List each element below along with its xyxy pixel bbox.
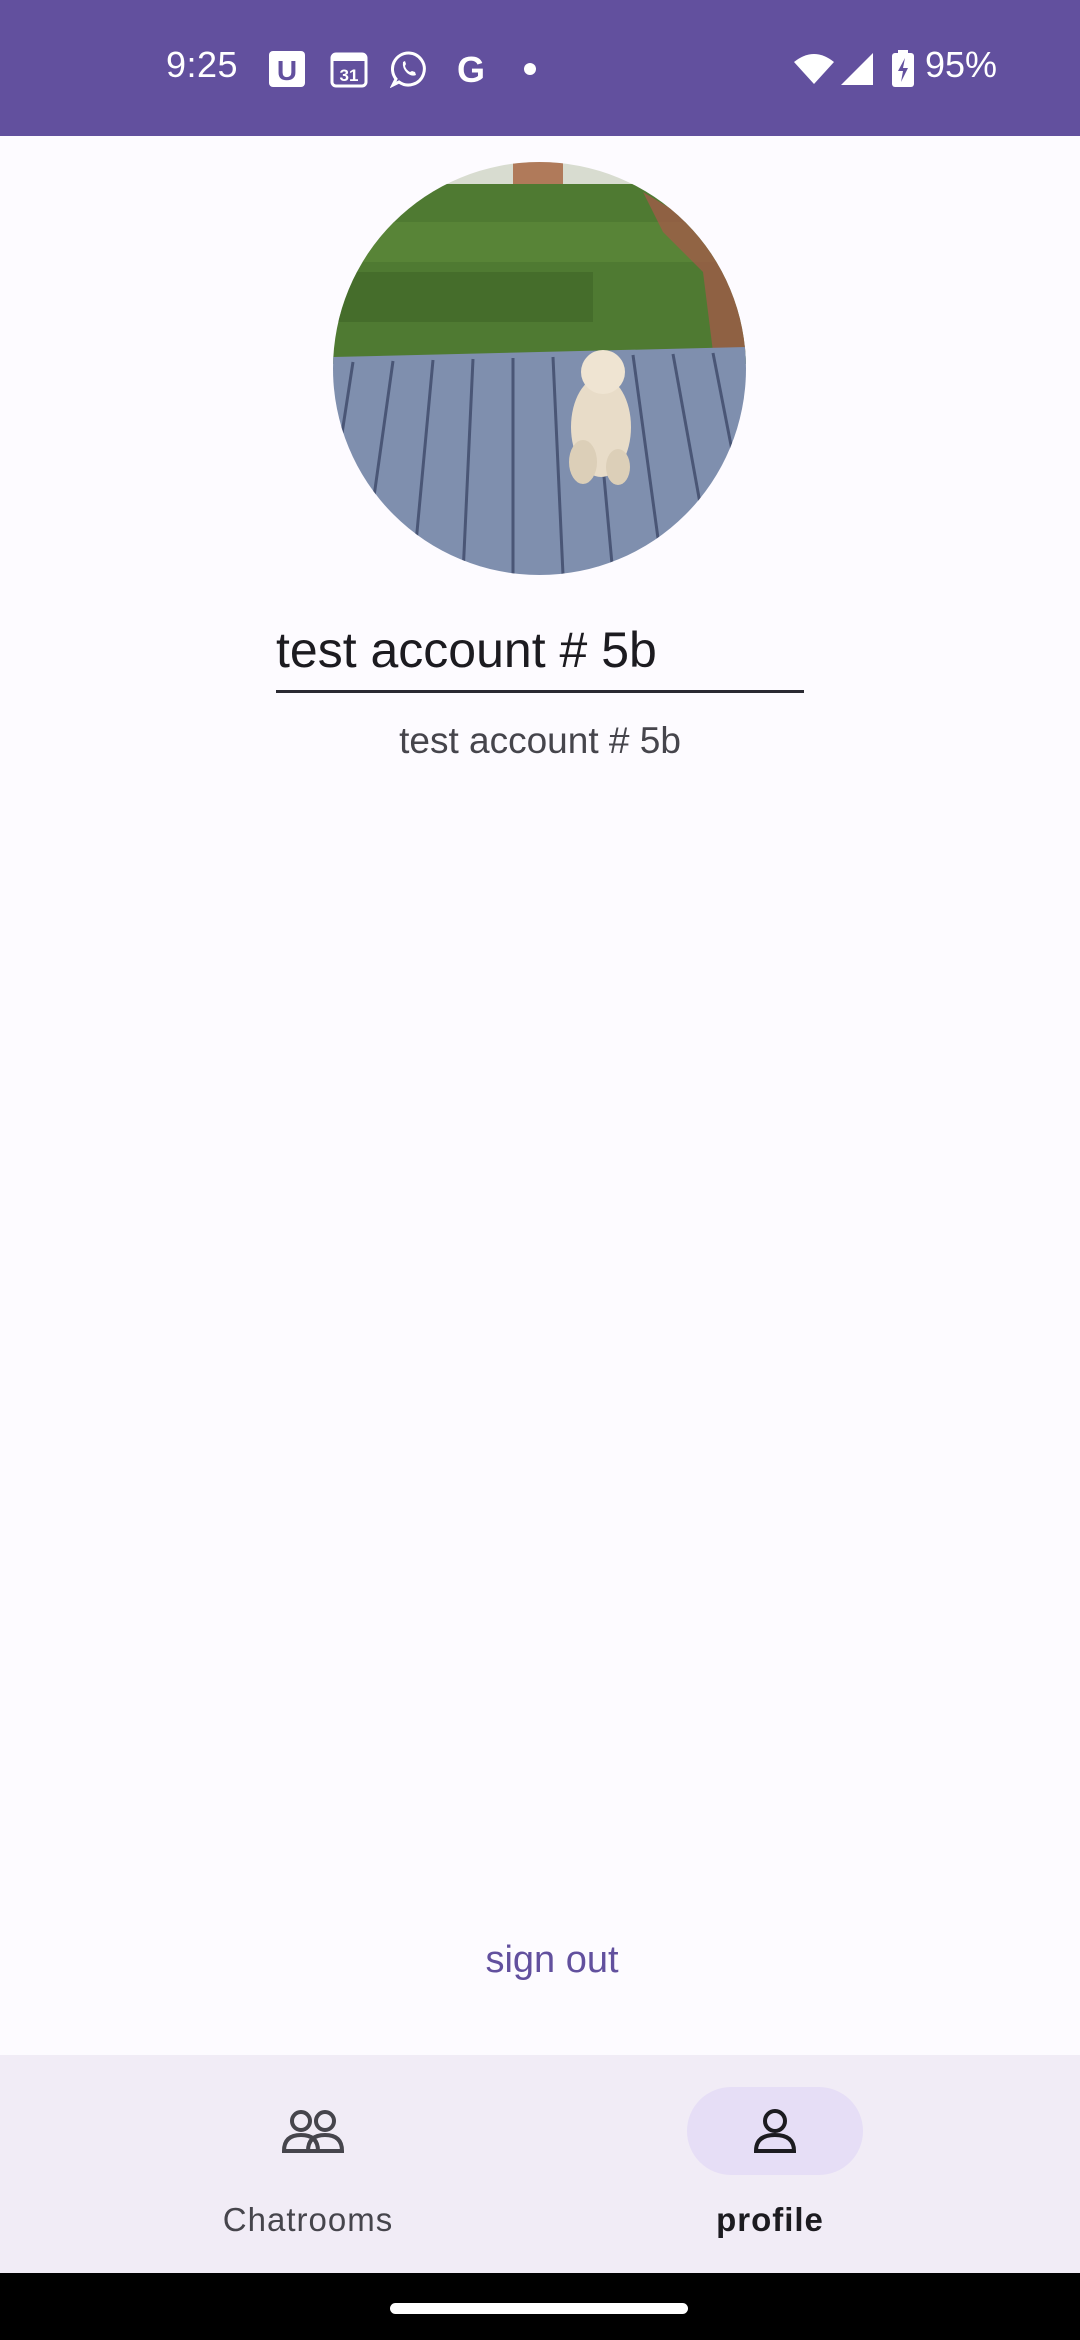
- whatsapp-icon: [390, 51, 426, 88]
- name-field[interactable]: [276, 605, 804, 693]
- nav-label-profile: profile: [716, 2201, 824, 2238]
- profile-screen: 9:25 U 31 G 95% test account # 5b test a…: [0, 0, 1080, 2340]
- name-input[interactable]: [276, 615, 804, 685]
- dot-icon: [524, 63, 536, 75]
- home-handle[interactable]: [390, 2303, 688, 2314]
- nav-label-chatrooms: Chatrooms: [222, 2201, 394, 2238]
- person-icon: [753, 2109, 797, 2153]
- calendar-31-icon: 31: [330, 52, 368, 88]
- cell-signal-icon: [841, 53, 873, 85]
- u-app-icon: U: [269, 51, 305, 87]
- nav-item-profile[interactable]: profile: [590, 2055, 950, 2273]
- sign-out-button[interactable]: sign out: [440, 1930, 664, 1990]
- svg-text:G: G: [457, 50, 485, 88]
- nav-active-indicator: [687, 2087, 863, 2175]
- display-name: test account # 5b: [399, 720, 681, 761]
- dog-on-deck-photo: [333, 162, 746, 575]
- svg-text:31: 31: [340, 66, 359, 85]
- battery-percent: 95%: [925, 44, 998, 85]
- gesture-bar: [0, 2273, 1080, 2340]
- svg-text:U: U: [277, 55, 297, 86]
- grammarly-icon: G: [457, 50, 485, 88]
- people-icon: [281, 2110, 345, 2153]
- status-bar: 9:25 U 31 G 95%: [0, 0, 1080, 136]
- nav-icon-container: [225, 2087, 401, 2175]
- wifi-icon: [794, 54, 834, 84]
- nav-item-chatrooms[interactable]: Chatrooms: [128, 2055, 488, 2273]
- profile-avatar[interactable]: [333, 162, 746, 575]
- status-time: 9:25: [166, 44, 239, 85]
- bottom-navigation: Chatrooms profile: [0, 2055, 1080, 2273]
- battery-charging-icon: [892, 50, 914, 87]
